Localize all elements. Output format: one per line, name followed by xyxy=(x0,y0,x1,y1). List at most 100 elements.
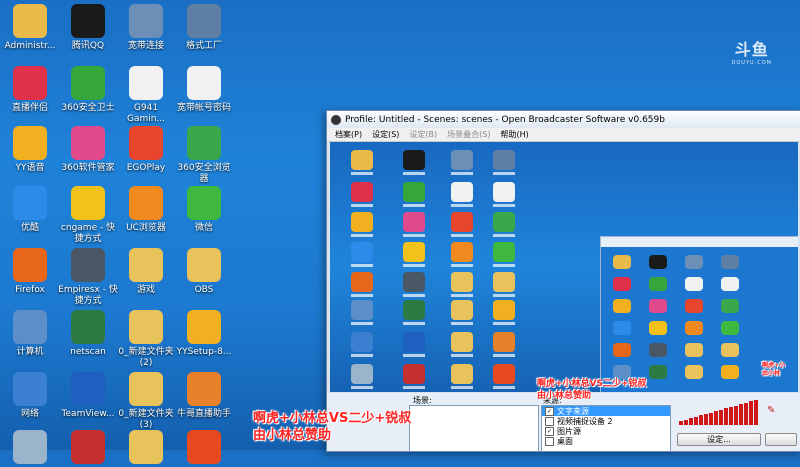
sources-list[interactable]: ✓ 文字来源 视频捕捉设备 2 ✓ 图片源 桌面 xyxy=(541,405,671,451)
menu-settings[interactable]: 设定(S) xyxy=(372,129,399,140)
nested-mini-icon xyxy=(647,255,669,269)
desktop-icon-label: YY语音 xyxy=(15,163,45,173)
app-icon xyxy=(13,248,47,282)
source-item[interactable]: 桌面 xyxy=(542,436,670,446)
desktop-icon[interactable]: YY语音 xyxy=(0,126,60,174)
source-checkbox[interactable]: ✓ xyxy=(545,426,554,436)
desktop-icon[interactable]: 游戏 xyxy=(116,248,176,296)
meter-bar xyxy=(719,409,723,425)
desktop-icon[interactable]: 微信 xyxy=(174,186,234,234)
preview-mini-icon xyxy=(448,272,476,297)
desktop-icon[interactable]: 宽带连接 xyxy=(116,4,176,52)
desktop-icon[interactable] xyxy=(58,430,118,467)
app-icon xyxy=(187,310,221,344)
settings-button[interactable]: 设定... xyxy=(677,433,761,446)
nested-mini-icon xyxy=(683,255,705,269)
app-icon xyxy=(187,4,221,38)
app-icon xyxy=(129,126,163,160)
desktop-icon-label: 360安全浏览器 xyxy=(177,163,231,184)
source-checkbox[interactable] xyxy=(545,436,554,446)
desktop-icon[interactable]: 0_新建文件夹 (2) xyxy=(116,310,176,369)
app-icon xyxy=(13,186,47,220)
preview-mini-icon xyxy=(490,182,518,207)
obs-titlebar[interactable]: Profile: Untitled - Scenes: scenes - Ope… xyxy=(327,111,800,128)
app-icon xyxy=(129,4,163,38)
desktop-icon-label: 直播伴侣 xyxy=(11,103,48,113)
desktop-icon-label: 游戏 xyxy=(136,285,155,295)
scenes-list[interactable] xyxy=(409,405,539,451)
desktop-icon-label: 宽带帐号密码 xyxy=(176,103,231,113)
obs-menubar: 档案(P) 设定(S) 设定(B) 场景叠合(S) 帮助(H) xyxy=(327,128,800,142)
desktop-icon[interactable]: TeamView... xyxy=(58,372,118,420)
preview-mini-icon xyxy=(348,300,376,325)
desktop-icon[interactable]: UC浏览器 xyxy=(116,186,176,234)
desktop-icon[interactable]: cngame - 快捷方式 xyxy=(58,186,118,245)
audio-meter xyxy=(679,399,758,425)
nested-mini-icon xyxy=(647,321,669,335)
app-icon xyxy=(129,248,163,282)
nested-overlay-text: 啊虎+小 由小林 xyxy=(762,362,785,378)
source-item[interactable]: ✓ 文字来源 xyxy=(542,406,670,416)
desktop-icon-label: Administr... xyxy=(4,41,56,51)
desktop-icon[interactable]: 格式工厂 xyxy=(174,4,234,52)
nested-mini-icon xyxy=(719,255,741,269)
app-icon xyxy=(13,430,47,464)
desktop-icon[interactable]: 直播伴侣 xyxy=(0,66,60,114)
douyu-url: DOUYU.COM xyxy=(731,60,772,66)
desktop-icon[interactable]: 360安全卫士 xyxy=(58,66,118,114)
desktop-icon[interactable]: 0_新建文件夹 (3) xyxy=(116,372,176,431)
desktop-icon[interactable]: 优酷 xyxy=(0,186,60,234)
stream-overlay-text: 啊虎+小林总VS二少+锐叔 由小林总赞助 xyxy=(253,410,411,444)
menu-profile[interactable]: 档案(P) xyxy=(335,129,362,140)
desktop-icon[interactable]: G941 Gamin... xyxy=(116,66,176,125)
app-icon xyxy=(187,186,221,220)
preview-mini-icon xyxy=(348,242,376,267)
app-icon xyxy=(13,372,47,406)
desktop-icon[interactable] xyxy=(116,430,176,467)
source-item[interactable]: 视频捕捉设备 2 xyxy=(542,416,670,426)
meter-bar xyxy=(679,421,683,425)
menu-help[interactable]: 帮助(H) xyxy=(500,129,528,140)
desktop-icon[interactable]: Empiresx - 快捷方式 xyxy=(58,248,118,307)
nested-mini-icon xyxy=(611,299,633,313)
meter-bar xyxy=(704,414,708,425)
meter-bar xyxy=(699,415,703,425)
source-checkbox[interactable]: ✓ xyxy=(545,406,554,416)
extra-button[interactable] xyxy=(765,433,797,446)
desktop-icon[interactable] xyxy=(0,430,60,467)
nested-mini-icon xyxy=(611,343,633,357)
meter-bar xyxy=(734,405,738,425)
desktop-icon[interactable]: 360软件管家 xyxy=(58,126,118,174)
desktop-icon[interactable]: EGOPlay xyxy=(116,126,176,174)
desktop-icon[interactable]: 宽带帐号密码 xyxy=(174,66,234,114)
desktop-icon[interactable] xyxy=(174,430,234,467)
desktop-icon[interactable]: Administr... xyxy=(0,4,60,52)
source-checkbox[interactable] xyxy=(545,416,554,426)
nested-preview-title xyxy=(601,237,798,247)
menu-scene-collection[interactable]: 场景叠合(S) xyxy=(447,129,490,140)
obs-window-title: Profile: Untitled - Scenes: scenes - Ope… xyxy=(345,114,665,125)
preview-mini-icon xyxy=(448,332,476,357)
preview-mini-icon xyxy=(400,212,428,237)
desktop-icon[interactable]: 网络 xyxy=(0,372,60,420)
desktop-icon[interactable]: OBS xyxy=(174,248,234,296)
desktop-icon-label: 宽带连接 xyxy=(127,41,164,51)
nested-mini-icon xyxy=(683,365,705,379)
desktop-icon[interactable]: YYSetup-8... xyxy=(174,310,234,358)
desktop-icon-label: 腾讯QQ xyxy=(71,41,105,51)
desktop-icon[interactable]: Firefox xyxy=(0,248,60,296)
desktop-icon[interactable]: 腾讯QQ xyxy=(58,4,118,52)
microphone-icon[interactable]: ✎ xyxy=(767,405,775,416)
meter-bar xyxy=(744,402,748,425)
app-icon xyxy=(71,126,105,160)
nested-mini-icon xyxy=(647,343,669,357)
nested-mini-icon xyxy=(683,321,705,335)
source-item[interactable]: ✓ 图片源 xyxy=(542,426,670,436)
menu-settings-b[interactable]: 设定(B) xyxy=(409,129,437,140)
overlay-line-1: 啊虎+小林总VS二少+锐叔 xyxy=(253,411,412,426)
preview-mini-icon xyxy=(448,182,476,207)
desktop-icon[interactable]: 计算机 xyxy=(0,310,60,358)
desktop-icon[interactable]: netscan xyxy=(58,310,118,358)
desktop-icon[interactable]: 360安全浏览器 xyxy=(174,126,234,185)
desktop-icon[interactable]: 牛哥直播助手 xyxy=(174,372,234,420)
